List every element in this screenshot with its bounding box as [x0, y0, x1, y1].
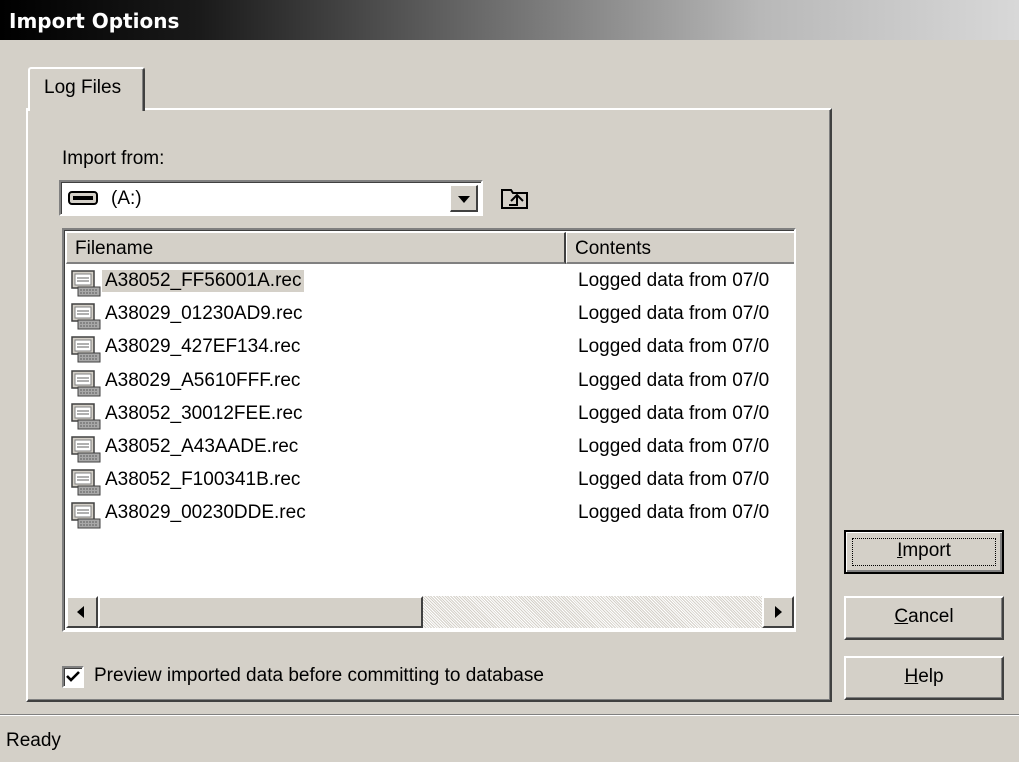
preview-checkbox-label[interactable]: Preview imported data before committing …: [94, 665, 544, 687]
dropdown-selected-value: (A:): [111, 188, 142, 209]
filename-cell: A38052_30012FEE.rec: [105, 402, 303, 424]
file-row[interactable]: A38029_00230DDE.rec Logged data from 07/…: [66, 498, 794, 531]
contents-cell: Logged data from 07/0: [578, 369, 770, 391]
log-file-icon: [71, 270, 101, 297]
file-row[interactable]: A38029_01230AD9.rec Logged data from 07/…: [66, 299, 794, 332]
help-button-label: elp: [918, 666, 944, 687]
checkmark-icon: [66, 671, 80, 682]
filename-cell: A38052_FF56001A.rec: [102, 270, 305, 292]
floppy-drive-icon: [68, 191, 98, 205]
file-rows: A38052_FF56001A.rec Logged data from 07/…: [66, 266, 794, 532]
contents-cell: Logged data from 07/0: [578, 303, 770, 325]
arrow-left-icon: [77, 606, 84, 618]
file-row[interactable]: A38052_30012FEE.rec Logged data from 07/…: [66, 399, 794, 432]
import-button[interactable]: Import: [844, 530, 1004, 574]
log-file-icon: [71, 303, 101, 330]
file-row[interactable]: A38052_FF56001A.rec Logged data from 07/…: [66, 266, 794, 299]
column-header-filename[interactable]: Filename: [66, 232, 566, 264]
import-button-label: mport: [902, 540, 951, 561]
filename-cell: A38052_F100341B.rec: [105, 469, 301, 491]
import-from-label: Import from:: [62, 148, 165, 169]
file-row[interactable]: A38029_427EF134.rec Logged data from 07/…: [66, 332, 794, 365]
filename-cell: A38029_01230AD9.rec: [105, 303, 303, 325]
help-button[interactable]: Help: [844, 656, 1004, 700]
import-from-dropdown[interactable]: (A:): [59, 180, 483, 216]
horizontal-scrollbar[interactable]: [66, 596, 794, 628]
tab-log-files[interactable]: Log Files: [28, 67, 145, 111]
log-file-icon: [71, 369, 101, 397]
help-accel: H: [904, 666, 919, 687]
log-file-icon: [71, 336, 101, 363]
status-separator: [0, 714, 1019, 716]
cancel-button-label: ancel: [908, 606, 954, 627]
log-file-icon: [71, 436, 101, 463]
up-one-level-icon[interactable]: [499, 183, 531, 211]
cancel-accel: C: [894, 606, 909, 627]
file-row[interactable]: A38029_A5610FFF.rec Logged data from 07/…: [66, 366, 794, 399]
filename-cell: A38029_00230DDE.rec: [105, 502, 306, 524]
dropdown-arrow-button[interactable]: [450, 185, 478, 212]
contents-cell: Logged data from 07/0: [578, 336, 770, 358]
contents-cell: Logged data from 07/0: [578, 435, 770, 457]
log-file-icon: [71, 403, 101, 430]
scroll-left-button[interactable]: [66, 596, 98, 628]
chevron-down-icon: [458, 196, 470, 203]
log-file-icon: [71, 469, 101, 496]
title-bar[interactable]: Import Options: [0, 0, 1019, 40]
column-header-label: Contents: [575, 238, 652, 259]
column-header-contents[interactable]: Contents: [566, 232, 794, 264]
contents-cell: Logged data from 07/0: [578, 502, 770, 524]
filename-cell: A38052_A43AADE.rec: [105, 435, 299, 457]
cancel-button[interactable]: Cancel: [844, 596, 1004, 640]
status-text: Ready: [6, 730, 61, 751]
file-list[interactable]: Filename Contents A38052_FF56001A.rec Lo…: [62, 228, 796, 632]
scrollbar-thumb[interactable]: [98, 596, 423, 628]
arrow-right-icon: [775, 606, 782, 618]
filename-cell: A38029_427EF134.rec: [105, 336, 301, 358]
scroll-right-button[interactable]: [762, 596, 794, 628]
tab-label: Log Files: [44, 77, 122, 98]
preview-checkbox[interactable]: [62, 666, 84, 688]
status-bar: Ready: [0, 717, 1019, 762]
contents-cell: Logged data from 07/0: [578, 469, 770, 491]
log-file-icon: [71, 502, 101, 529]
contents-cell: Logged data from 07/0: [578, 402, 770, 424]
window-title: Import Options: [9, 9, 180, 33]
contents-cell: Logged data from 07/0: [578, 270, 770, 291]
column-header-label: Filename: [75, 238, 154, 259]
filename-cell: A38029_A5610FFF.rec: [105, 369, 301, 391]
file-row[interactable]: A38052_A43AADE.rec Logged data from 07/0: [66, 432, 794, 465]
file-row[interactable]: A38052_F100341B.rec Logged data from 07/…: [66, 465, 794, 498]
